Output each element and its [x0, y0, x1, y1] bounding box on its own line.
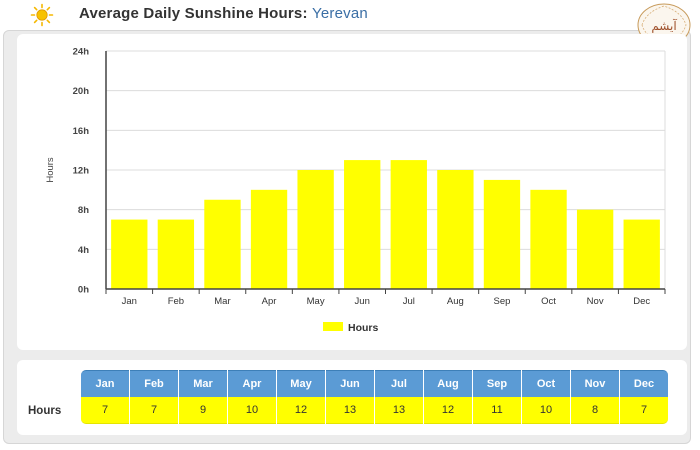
bar-apr [250, 189, 288, 289]
sunshine-bar-chart: 0h 4h 8h 12h 16h 20h 24h Hours Jan Feb Mar Apr May Ju… [45, 47, 666, 334]
table-header-apr: Apr [228, 370, 276, 397]
x-tick-label: Jan [122, 296, 137, 307]
table-cell-jan: 7 [81, 397, 129, 424]
table-cell-may: 12 [277, 397, 325, 424]
table-cell-oct: 10 [522, 397, 570, 424]
bar-aug [437, 170, 474, 289]
y-tick-label: 20h [73, 86, 90, 97]
y-tick-label: 12h [73, 166, 90, 177]
x-tick-label: Apr [262, 296, 277, 307]
y-tick-label: 24h [73, 47, 90, 58]
table-cell-dec: 7 [620, 397, 668, 424]
bar-oct [530, 189, 567, 289]
table-cell-sep: 11 [473, 397, 521, 424]
x-tick-label: Nov [587, 296, 604, 307]
table-header-sep: Sep [473, 370, 521, 397]
table-header-oct: Oct [522, 370, 570, 397]
table-panel: Jan Feb Mar Apr May Jun Jul Aug Sep Oct Nov Dec Hou… [17, 360, 687, 435]
table-cell-jun: 13 [326, 397, 374, 424]
table-row-label: Hours [28, 397, 80, 424]
x-tick-label: Jun [355, 296, 370, 307]
bar-feb [157, 219, 195, 289]
table-row: Hours 7 7 9 10 12 13 13 12 11 10 8 7 [28, 397, 668, 424]
sun-icon [30, 3, 54, 27]
bar-jul [390, 160, 427, 289]
x-tick-label: May [307, 296, 325, 307]
table-cell-mar: 9 [179, 397, 227, 424]
bar-jan [111, 219, 148, 289]
table-header-aug: Aug [424, 370, 472, 397]
legend-label: Hours [348, 322, 378, 334]
table-cell-apr: 10 [228, 397, 276, 424]
bar-sep [483, 179, 521, 289]
table-header-feb: Feb [130, 370, 178, 397]
y-tick-label: 4h [78, 245, 89, 256]
y-tick-label: 8h [78, 205, 89, 216]
x-tick-label: Aug [447, 296, 464, 307]
x-tick-label: Feb [168, 296, 184, 307]
y-tick-label: 16h [73, 126, 90, 137]
bar-mar [204, 199, 241, 289]
bar-may [297, 170, 334, 289]
x-tick-label: Mar [214, 296, 230, 307]
page-title: Average Daily Sunshine Hours: Yerevan [79, 5, 368, 22]
table-corner [28, 370, 80, 397]
x-tick-label: Dec [633, 296, 650, 307]
city-name: Yerevan [312, 5, 368, 22]
table-header-jan: Jan [81, 370, 129, 397]
table-cell-feb: 7 [130, 397, 178, 424]
table-header-dec: Dec [620, 370, 668, 397]
chart-panel: 0h 4h 8h 12h 16h 20h 24h Hours Jan Feb Mar Apr May Ju… [17, 34, 687, 350]
y-axis-label: Hours [45, 157, 56, 183]
table-cell-aug: 12 [424, 397, 472, 424]
table-header-jun: Jun [326, 370, 374, 397]
x-tick-label: Sep [494, 296, 511, 307]
table-header-may: May [277, 370, 325, 397]
table-cell-jul: 13 [375, 397, 423, 424]
table-header-jul: Jul [375, 370, 423, 397]
logo-text: آیشم [651, 18, 677, 33]
header: Average Daily Sunshine Hours: Yerevan [0, 0, 700, 28]
title-prefix: Average Daily Sunshine Hours: [79, 5, 313, 22]
bar-dec [623, 219, 660, 289]
x-tick-label: Oct [541, 296, 556, 307]
sunshine-table: Jan Feb Mar Apr May Jun Jul Aug Sep Oct Nov Dec Hou… [27, 370, 669, 424]
legend-swatch [323, 322, 343, 331]
y-tick-label: 0h [78, 285, 89, 296]
table-cell-nov: 8 [571, 397, 619, 424]
table-header-mar: Mar [179, 370, 227, 397]
bar-nov [576, 209, 614, 289]
bar-jun [344, 160, 381, 289]
x-tick-label: Jul [403, 296, 415, 307]
table-header-nov: Nov [571, 370, 619, 397]
table-header-row: Jan Feb Mar Apr May Jun Jul Aug Sep Oct Nov Dec [28, 370, 668, 397]
